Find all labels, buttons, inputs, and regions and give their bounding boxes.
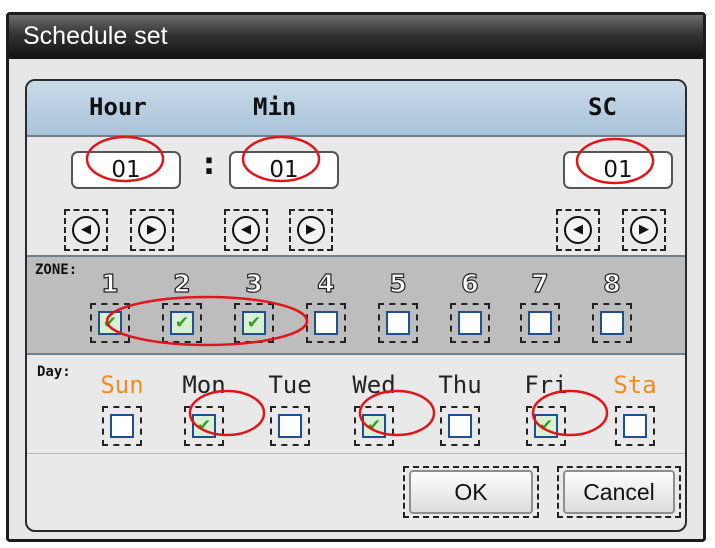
annotation-circle-zones [105,295,309,347]
annotation-circle-fri [531,389,609,437]
annotation-circle-wed [358,389,436,437]
schedule-dialog: Schedule set Hour Min SC 01 : 01 01 ◀ ▶ … [6,12,706,542]
annotation-circle-hour [85,135,165,183]
annotation-circle-minute [241,135,321,183]
annotation-layer [85,135,655,437]
annotation-circle-mon [188,389,266,437]
annotation-circle-sc [575,137,655,185]
